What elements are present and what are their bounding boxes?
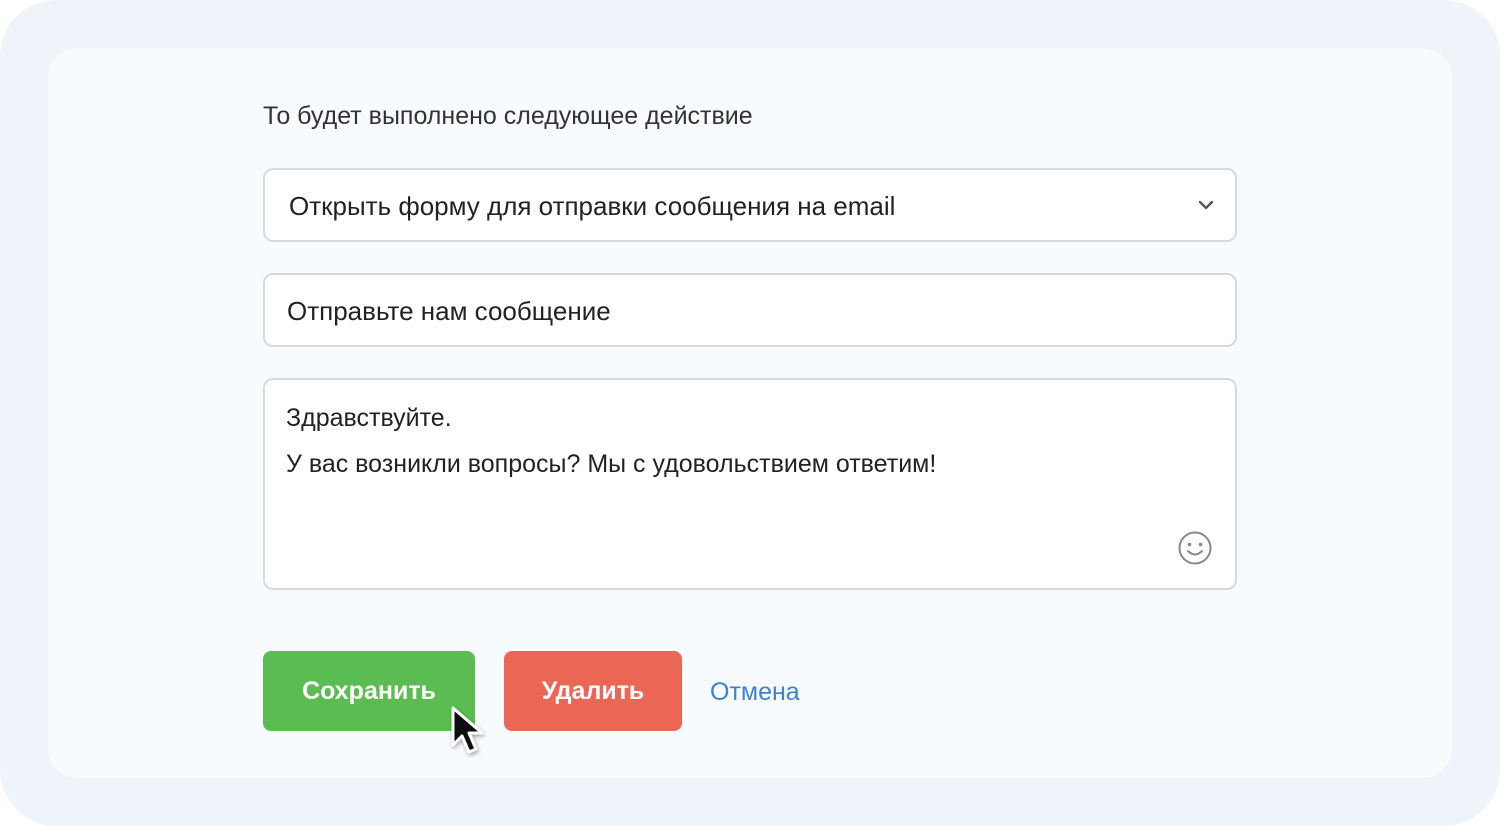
action-select[interactable]: Открыть форму для отправки сообщения на … [263,168,1237,242]
action-select-value: Открыть форму для отправки сообщения на … [289,191,896,221]
action-label: То будет выполнено следующее действие [263,102,753,130]
subject-input[interactable] [287,293,1207,329]
message-line: Здравствуйте. [286,404,452,432]
mouse-cursor-icon [451,706,484,754]
message-textarea[interactable]: Здравствуйте. У вас возникли вопросы? Мы… [263,378,1237,590]
cancel-link[interactable]: Отмена [710,676,800,708]
message-line: У вас возникли вопросы? Мы с удовольстви… [286,450,937,478]
outer-frame: То будет выполнено следующее действие От… [0,0,1500,826]
smiley-icon[interactable] [1177,530,1213,566]
subject-field[interactable] [263,273,1237,347]
delete-button[interactable]: Удалить [504,651,682,731]
chevron-down-icon [1198,200,1214,210]
save-button[interactable]: Сохранить [263,651,475,731]
